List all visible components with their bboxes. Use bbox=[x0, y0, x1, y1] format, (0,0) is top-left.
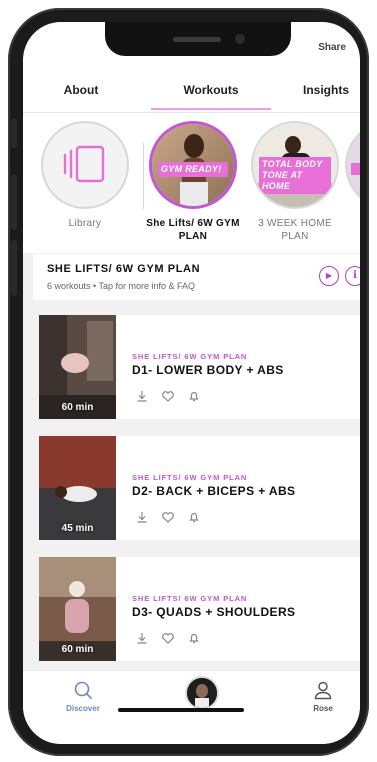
profile-tabs: About Workouts Insights bbox=[23, 72, 360, 112]
plan-partial-next[interactable] bbox=[345, 121, 360, 209]
download-icon bbox=[137, 391, 147, 402]
reminder-button[interactable] bbox=[187, 510, 201, 524]
reminder-button[interactable] bbox=[187, 631, 201, 645]
volume-up-button bbox=[11, 174, 17, 230]
search-icon bbox=[74, 681, 92, 699]
play-plan-button[interactable]: ▶ bbox=[319, 266, 339, 286]
plan-label-library: Library bbox=[68, 218, 102, 229]
tab-about[interactable]: About bbox=[43, 72, 119, 112]
favorite-button[interactable] bbox=[161, 389, 175, 403]
download-button[interactable] bbox=[135, 389, 149, 403]
nav-profile-label: Rose bbox=[313, 704, 333, 713]
info-icon: i bbox=[353, 270, 357, 281]
nav-discover[interactable]: Discover bbox=[61, 679, 105, 713]
plan-home[interactable]: TOTAL BODY TONE AT HOME 3 WEEK HOME PLAN bbox=[247, 121, 343, 243]
plan-photo-she-lifts: GYM READY! bbox=[149, 121, 237, 209]
download-button[interactable] bbox=[135, 631, 149, 645]
heart-icon bbox=[162, 633, 174, 644]
plan-info-button[interactable]: i bbox=[345, 266, 360, 286]
app-screen: Share About Workouts Insights Library GY… bbox=[23, 22, 360, 744]
plan-label-she-lifts: She Lifts/ 6W GYM PLAN bbox=[146, 218, 240, 242]
workout-card[interactable]: 60 min SHE LIFTS/ 6W GYM PLAN D3- QUADS … bbox=[39, 557, 360, 661]
workout-card[interactable]: 45 min SHE LIFTS/ 6W GYM PLAN D2- BACK +… bbox=[39, 436, 360, 540]
workout-card[interactable]: 60 min SHE LIFTS/ 6W GYM PLAN D1- LOWER … bbox=[39, 315, 360, 419]
speaker-grille bbox=[173, 37, 221, 42]
plan-photo-partial bbox=[345, 121, 360, 209]
download-icon bbox=[137, 512, 147, 523]
tab-insights[interactable]: Insights bbox=[303, 72, 360, 112]
plan-info-card[interactable]: SHE LIFTS/ 6W GYM PLAN 6 workouts • Tap … bbox=[33, 254, 360, 300]
workout-title: D2- BACK + BICEPS + ABS bbox=[132, 484, 296, 498]
library-circle bbox=[41, 121, 129, 209]
user-icon bbox=[314, 681, 332, 700]
download-button[interactable] bbox=[135, 510, 149, 524]
front-camera bbox=[235, 34, 245, 44]
workout-duration: 45 min bbox=[61, 523, 94, 534]
plan-photo-home: TOTAL BODY TONE AT HOME bbox=[251, 121, 339, 209]
mute-switch bbox=[11, 118, 17, 148]
notch bbox=[105, 22, 291, 56]
bell-icon bbox=[189, 512, 199, 523]
download-icon bbox=[137, 633, 147, 644]
nav-profile[interactable]: Rose bbox=[303, 679, 343, 713]
workout-thumbnail: 45 min bbox=[39, 436, 116, 540]
workout-duration: 60 min bbox=[61, 644, 94, 655]
plan-card-subtitle: 6 workouts • Tap for more info & FAQ bbox=[47, 281, 196, 291]
bottom-navigation: Discover Rose bbox=[23, 670, 360, 744]
creator-avatar-button[interactable] bbox=[185, 676, 219, 710]
avatar bbox=[187, 678, 217, 708]
play-icon: ▶ bbox=[325, 271, 333, 280]
volume-down-button bbox=[11, 240, 17, 296]
bell-icon bbox=[189, 633, 199, 644]
plans-carousel: Library GYM READY! She Lifts/ 6W GYM PLA… bbox=[23, 113, 360, 253]
reminder-button[interactable] bbox=[187, 389, 201, 403]
plan-tag-home: TOTAL BODY TONE AT HOME bbox=[259, 157, 331, 194]
workout-title: D1- LOWER BODY + ABS bbox=[132, 363, 284, 377]
heart-icon bbox=[162, 512, 174, 523]
partial-tag bbox=[351, 163, 360, 175]
plan-tag-gym-ready: GYM READY! bbox=[158, 162, 228, 177]
workout-thumbnail: 60 min bbox=[39, 315, 116, 419]
workout-plan-label: SHE LIFTS/ 6W GYM PLAN bbox=[132, 352, 248, 361]
favorite-button[interactable] bbox=[161, 510, 175, 524]
plan-she-lifts[interactable]: GYM READY! She Lifts/ 6W GYM PLAN bbox=[145, 121, 241, 243]
plans-divider bbox=[143, 143, 144, 209]
heart-icon bbox=[162, 391, 174, 402]
tab-workouts[interactable]: Workouts bbox=[151, 72, 271, 112]
active-tab-indicator bbox=[151, 108, 271, 110]
plan-card-title: SHE LIFTS/ 6W GYM PLAN bbox=[47, 263, 201, 275]
workout-plan-label: SHE LIFTS/ 6W GYM PLAN bbox=[132, 594, 248, 603]
workout-title: D3- QUADS + SHOULDERS bbox=[132, 605, 296, 619]
workout-duration: 60 min bbox=[61, 402, 94, 413]
favorite-button[interactable] bbox=[161, 631, 175, 645]
workout-plan-label: SHE LIFTS/ 6W GYM PLAN bbox=[132, 473, 248, 482]
library-icon bbox=[63, 145, 105, 183]
share-button[interactable]: Share bbox=[318, 42, 346, 53]
bell-icon bbox=[189, 391, 199, 402]
plan-library[interactable]: Library bbox=[37, 121, 133, 230]
plan-label-home: 3 WEEK HOME PLAN bbox=[258, 218, 332, 242]
home-indicator[interactable] bbox=[118, 708, 244, 712]
nav-discover-label: Discover bbox=[66, 704, 100, 713]
workout-thumbnail: 60 min bbox=[39, 557, 116, 661]
